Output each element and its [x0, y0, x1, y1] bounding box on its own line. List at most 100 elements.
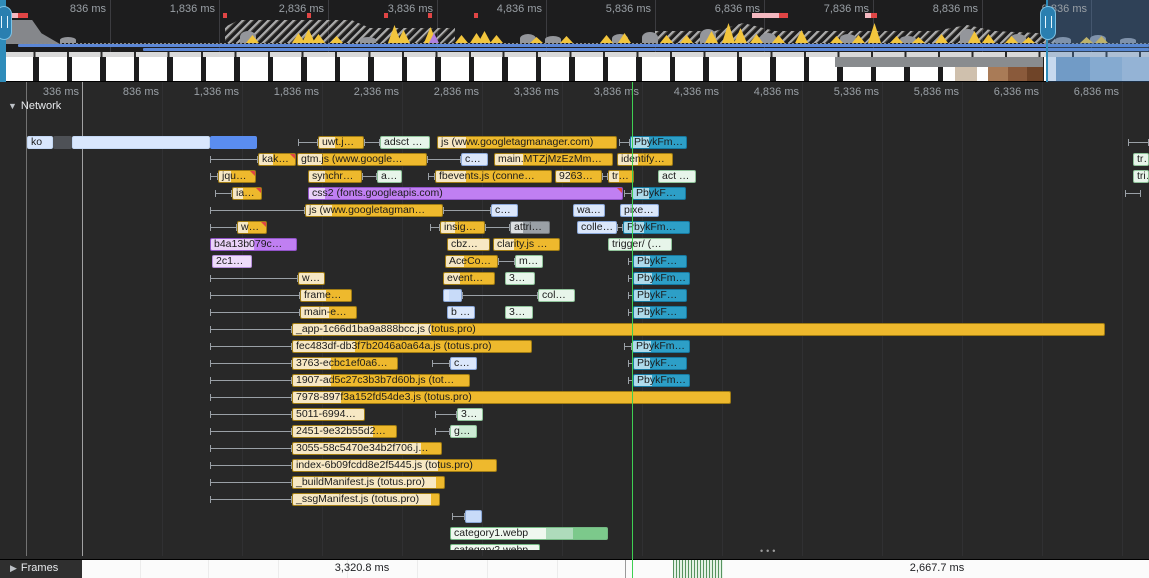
request-whisker [210, 156, 258, 163]
network-request-bar[interactable]: 9263… [555, 170, 602, 183]
network-request-bar[interactable]: 2c1… [212, 255, 252, 268]
network-request-bar[interactable]: category1.webp [450, 527, 608, 540]
network-request-bar[interactable]: PbykF… [633, 289, 687, 302]
network-request-bar[interactable]: js (www.googletagmanager.com) [437, 136, 617, 149]
network-request-bar[interactable]: 2451-9e32b55d2… [292, 425, 397, 438]
network-request-bar[interactable]: c… [450, 357, 477, 370]
network-request-bar[interactable]: PbykF… [632, 187, 686, 200]
network-request-bar[interactable]: adsct … [380, 136, 430, 149]
network-request-bar[interactable]: PbykFm… [633, 374, 690, 387]
request-label: attri… [514, 221, 542, 233]
overflow-dots[interactable]: ••• [760, 546, 778, 556]
selection-left-handle[interactable] [0, 6, 12, 40]
network-request-bar[interactable]: trigger/ (… [608, 238, 672, 251]
request-whisker [624, 190, 632, 197]
network-row: js (www.googletagman… c… wa… pixe… [0, 204, 1149, 217]
network-request-bar[interactable]: pixe… [620, 204, 659, 217]
network-request-bar[interactable]: _app-1c66d1ba9a888bcc.js (totus.pro) [292, 323, 1105, 336]
network-request-bar[interactable]: c… [461, 153, 488, 166]
request-label: _buildManifest.js (totus.pro) [296, 476, 425, 488]
network-request-bar[interactable]: 1907-ad5c27c3b3b7d60b.js (tot… [292, 374, 470, 387]
network-row: index-6b09fcdd8e2f5445.js (totus.pro) [0, 459, 1149, 472]
network-request-bar[interactable]: category2.webp [450, 544, 540, 550]
network-request-bar[interactable]: attri… [510, 221, 550, 234]
network-request-bar[interactable]: PbykFm… [630, 136, 687, 149]
network-request-bar[interactable]: col… [538, 289, 575, 302]
network-request-bar[interactable]: 3… [505, 272, 535, 285]
network-request-bar[interactable]: ia… [232, 187, 262, 200]
network-request-bar[interactable]: ko [27, 136, 53, 149]
frames-track-header[interactable]: ▶Frames [10, 562, 58, 574]
network-request-bar[interactable]: m… [515, 255, 543, 268]
network-request-bar[interactable] [465, 510, 482, 523]
frames-strip[interactable]: 3,320.8 ms 2,667.7 ms [82, 560, 1149, 578]
network-request-bar[interactable]: colle… [577, 221, 617, 234]
frame-boundary [487, 560, 488, 578]
network-request-bar[interactable]: tr… [1133, 153, 1149, 166]
network-row [0, 510, 1149, 523]
network-request-bar[interactable]: PbykFm… [633, 272, 690, 285]
network-request-bar[interactable]: 7978-897f3a152fd54de3.js (totus.pro) [292, 391, 731, 404]
network-request-bar[interactable]: c… [491, 204, 518, 217]
network-request-bar[interactable]: g… [450, 425, 477, 438]
network-request-bar[interactable]: PbykF… [633, 306, 687, 319]
network-request-bar[interactable]: a… [377, 170, 402, 183]
request-label: pixe… [624, 204, 654, 216]
selection-right-handle[interactable] [1040, 6, 1056, 40]
network-request-bar[interactable]: main.MTZjMzEzMm… [494, 153, 613, 166]
network-request-bar[interactable]: uwt.j… [318, 136, 364, 149]
network-request-bar[interactable]: frame… [300, 289, 352, 302]
expand-triangle-icon[interactable]: ▶ [10, 563, 17, 574]
request-whisker [210, 377, 292, 384]
network-request-bar[interactable]: w… [298, 272, 325, 285]
network-request-bar[interactable]: gtm.js (www.google… [297, 153, 427, 166]
network-request-bar[interactable]: cbz… [447, 238, 490, 251]
network-request-bar[interactable]: fec483df-db3f7b2046a0a64a.js (totus.pro) [292, 340, 532, 353]
network-request-bar[interactable]: tr… [608, 170, 634, 183]
request-label: fbevents.js (conne… [439, 170, 535, 182]
network-request-bar[interactable]: index-6b09fcdd8e2f5445.js (totus.pro) [292, 459, 497, 472]
network-row: 7978-897f3a152fd54de3.js (totus.pro) [0, 391, 1149, 404]
network-request-bar[interactable]: b4a13b079c… [210, 238, 297, 251]
network-request-bar[interactable]: PbykF… [633, 357, 687, 370]
overview-ruler-label: 836 ms [36, 3, 106, 15]
network-request-bar[interactable]: PbykFm… [623, 221, 690, 234]
network-request-bar[interactable]: 3763-ecbc1ef0a6… [292, 357, 398, 370]
network-request-bar[interactable]: _buildManifest.js (totus.pro) [292, 476, 445, 489]
network-request-bar[interactable]: kak… [258, 153, 296, 166]
network-request-bar[interactable]: fbevents.js (conne… [435, 170, 552, 183]
network-request-bar[interactable]: b … [447, 306, 475, 319]
network-request-bar[interactable]: act … [658, 170, 696, 183]
network-request-bar[interactable]: _ssgManifest.js (totus.pro) [292, 493, 440, 506]
overview-ruler-label: 5,836 ms [581, 3, 651, 15]
network-request-bar[interactable]: clarity.js … [493, 238, 560, 251]
network-request-bar[interactable]: insig… [440, 221, 485, 234]
network-request-bar[interactable]: css2 (fonts.googleapis.com) [308, 187, 623, 200]
network-request-bar[interactable]: identify… [617, 153, 673, 166]
red-corner-icon [255, 187, 262, 194]
network-request-bar[interactable]: js (www.googletagman… [305, 204, 443, 217]
network-request-bar[interactable]: 3… [505, 306, 533, 319]
network-request-bar[interactable]: AceCo… [445, 255, 498, 268]
network-row: 3763-ecbc1ef0a6… c… PbykF… [0, 357, 1149, 370]
network-request-bar[interactable] [210, 136, 257, 149]
network-request-bar[interactable]: PbykFm… [632, 340, 690, 353]
network-request-bar[interactable]: main-e… [300, 306, 357, 319]
network-request-bar[interactable]: event… [443, 272, 495, 285]
devtools-performance-panel: { "overview": { "ruler_labels": ["836 ms… [0, 0, 1149, 578]
network-request-bar[interactable]: synchr… [308, 170, 362, 183]
network-request-bar[interactable] [72, 136, 210, 149]
network-request-bar[interactable]: 5011-6994… [292, 408, 365, 421]
network-request-bar[interactable] [443, 289, 462, 302]
network-request-bar[interactable] [53, 136, 72, 149]
network-request-bar[interactable]: w… [237, 221, 267, 234]
network-request-bar[interactable]: tri… [1133, 170, 1149, 183]
collapse-triangle-icon[interactable]: ▼ [8, 101, 17, 111]
network-request-bar[interactable]: PbykF… [633, 255, 687, 268]
network-track-header[interactable]: ▼Network [8, 100, 61, 112]
network-request-bar[interactable]: wa… [573, 204, 605, 217]
network-request-bar[interactable]: 3… [457, 408, 483, 421]
request-whisker [210, 496, 292, 503]
network-request-bar[interactable]: 3055-58c5470e34b2f706.j… [292, 442, 442, 455]
network-request-bar[interactable]: jqu… [218, 170, 256, 183]
